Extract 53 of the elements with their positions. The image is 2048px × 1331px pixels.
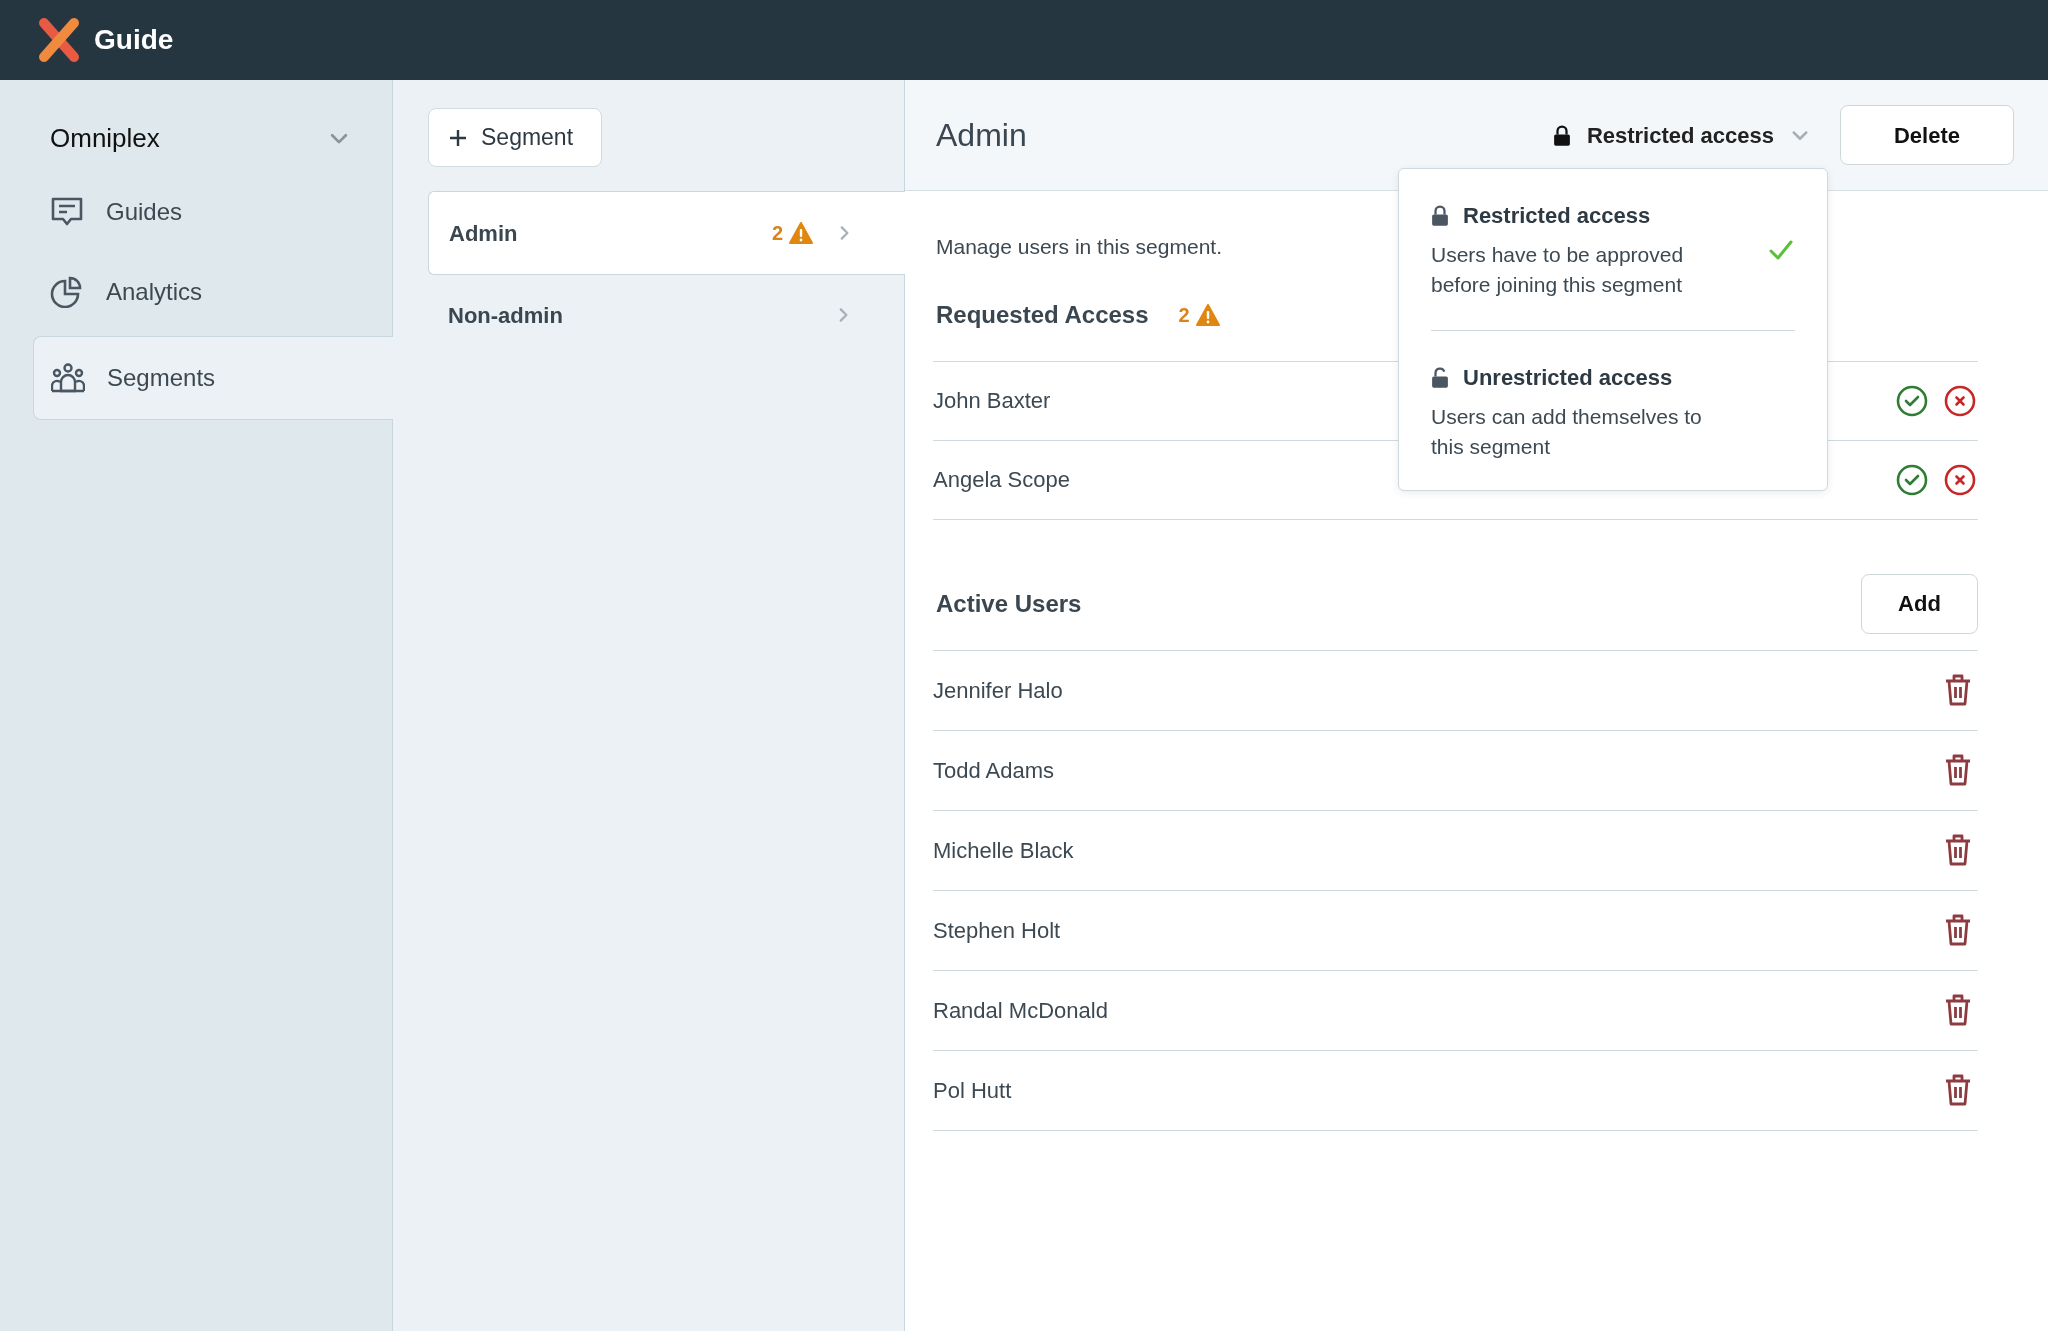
user-name: Stephen Holt: [933, 916, 1061, 945]
segment-name: Non-admin: [448, 301, 564, 330]
user-name: Randal McDonald: [933, 996, 1108, 1025]
segment-name: Admin: [449, 219, 519, 248]
user-name: John Baxter: [933, 387, 1051, 415]
delete-button[interactable]: Delete: [1840, 105, 2014, 165]
reject-icon[interactable]: [1944, 384, 1976, 417]
approve-icon[interactable]: [1896, 384, 1928, 417]
delete-icon[interactable]: [1944, 994, 1972, 1026]
segment-title: Admin: [936, 116, 1028, 155]
delete-icon[interactable]: [1944, 914, 1972, 946]
access-option[interactable]: Unrestricted access Users can add themselves to this segment: [1431, 330, 1795, 462]
logo-icon: [38, 17, 80, 63]
add-user-button[interactable]: Add: [1861, 573, 1978, 634]
warning-count: 2: [1178, 302, 1190, 328]
warning-icon: [1195, 303, 1220, 326]
pie-chart-icon: [50, 276, 84, 308]
lock-icon: [1552, 124, 1571, 146]
section-title: Active Users: [936, 588, 1082, 619]
delete-icon[interactable]: [1944, 834, 1972, 866]
user-name: Michelle Black: [933, 836, 1074, 865]
warning-count: 2: [771, 221, 783, 246]
approve-icon[interactable]: [1896, 463, 1928, 496]
lock-icon: [1431, 205, 1449, 226]
section-title: Requested Access: [936, 299, 1149, 330]
app-title: Guide: [94, 23, 174, 57]
segment-item[interactable]: Non-admin: [428, 275, 904, 355]
reject-icon[interactable]: [1944, 463, 1976, 496]
user-name: Angela Scope: [933, 466, 1070, 494]
access-option[interactable]: Restricted access Users have to be approved before joining this segment: [1431, 199, 1795, 300]
user-name: Pol Hutt: [933, 1076, 1012, 1105]
option-title: Unrestricted access: [1463, 364, 1673, 392]
delete-icon[interactable]: [1944, 754, 1972, 786]
delete-icon[interactable]: [1944, 1074, 1972, 1106]
check-icon: [1769, 239, 1793, 260]
message-icon: [50, 196, 84, 228]
user-name: Jennifer Halo: [933, 676, 1063, 705]
access-dropdown[interactable]: Restricted access: [1552, 118, 1810, 152]
segment-item[interactable]: Admin 2: [428, 191, 905, 275]
option-description: Users have to be approved before joining this segment: [1431, 242, 1685, 298]
option-title: Restricted access: [1463, 202, 1651, 230]
workspace-name[interactable]: Omniplex: [50, 118, 160, 158]
option-description: Users can add themselves to this segment: [1431, 404, 1703, 460]
sidebar-item[interactable]: Guides: [33, 176, 392, 248]
add-segment-button[interactable]: Segment: [428, 108, 602, 167]
sidebar-item[interactable]: Segments: [33, 336, 393, 420]
user-name: Todd Adams: [933, 756, 1055, 785]
users-icon: [51, 362, 85, 394]
unlock-icon: [1431, 367, 1449, 388]
description: Manage users in this segment.: [936, 234, 1222, 260]
plus-icon: [449, 128, 467, 147]
delete-icon[interactable]: [1944, 674, 1972, 706]
sidebar-item[interactable]: Analytics: [33, 256, 392, 328]
